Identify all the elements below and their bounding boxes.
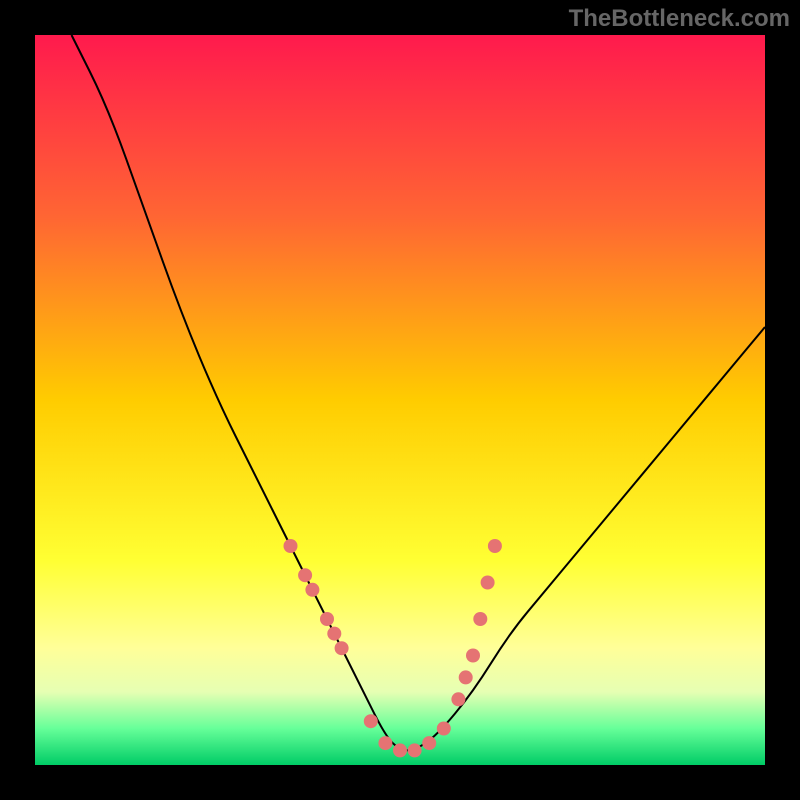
data-point xyxy=(320,612,334,626)
data-point xyxy=(335,641,349,655)
data-point xyxy=(284,539,298,553)
data-point xyxy=(488,539,502,553)
plot-background xyxy=(35,35,765,765)
data-point xyxy=(466,649,480,663)
data-point xyxy=(481,576,495,590)
data-point xyxy=(378,736,392,750)
data-point xyxy=(422,736,436,750)
data-point xyxy=(459,670,473,684)
data-point xyxy=(473,612,487,626)
data-point xyxy=(298,568,312,582)
data-point xyxy=(437,722,451,736)
data-point xyxy=(451,692,465,706)
data-point xyxy=(393,743,407,757)
data-point xyxy=(305,583,319,597)
data-point xyxy=(327,627,341,641)
bottleneck-chart xyxy=(0,0,800,800)
watermark-text: TheBottleneck.com xyxy=(569,5,790,33)
data-point xyxy=(364,714,378,728)
data-point xyxy=(408,743,422,757)
